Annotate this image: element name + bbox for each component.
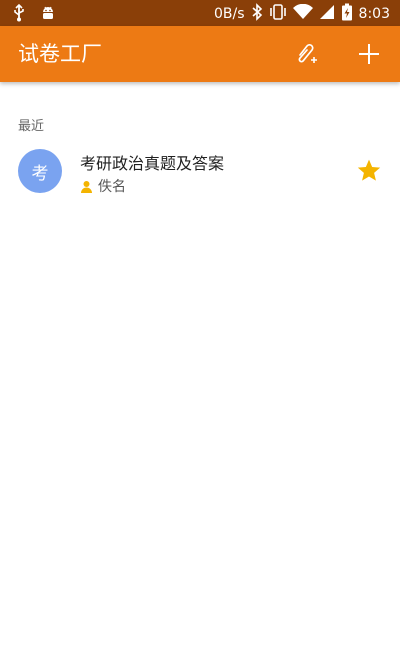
app-title: 试卷工厂 [18, 42, 102, 66]
author-name: 佚名 [98, 179, 126, 195]
usb-icon [12, 3, 26, 26]
list-item[interactable]: 考 考研政治真题及答案 佚名 [0, 140, 400, 204]
bluetooth-icon [251, 3, 263, 25]
clock: 8:03 [358, 6, 390, 22]
attach-add-icon [298, 43, 317, 63]
network-speed: 0B/s [214, 6, 245, 22]
android-debug-icon [40, 5, 56, 25]
battery-charging-icon [341, 3, 353, 25]
add-icon [359, 44, 379, 64]
wifi-icon [292, 3, 313, 24]
add-button[interactable] [355, 40, 383, 68]
avatar: 考 [18, 149, 62, 193]
item-author: 佚名 [80, 176, 126, 196]
item-title: 考研政治真题及答案 [80, 154, 225, 173]
section-header-recent: 最近 [18, 119, 45, 134]
app-bar: 试卷工厂 [0, 26, 400, 82]
star-icon[interactable] [356, 158, 382, 184]
status-bar: 0B/s 8:03 [0, 0, 400, 26]
cell-signal-icon [319, 4, 335, 24]
person-icon [81, 180, 92, 193]
vibrate-icon [269, 4, 287, 24]
attach-add-button[interactable] [292, 40, 320, 68]
